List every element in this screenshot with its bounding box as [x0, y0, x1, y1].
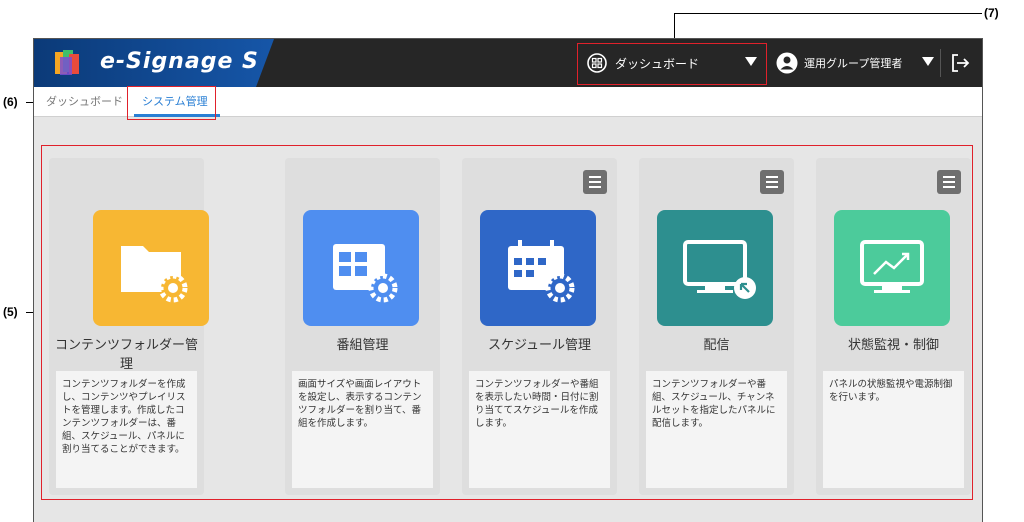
callout-5: (5)	[3, 305, 18, 319]
app-logo-icon	[55, 50, 79, 75]
callout-7: (7)	[984, 6, 999, 20]
app-title: e-Signage S	[100, 49, 259, 74]
highlight-cards-area	[41, 145, 973, 500]
user-menu-label: 運用グループ管理者	[804, 57, 903, 70]
top-bar: e-Signage S ダッシュボード 運用グループ管理者	[34, 39, 982, 87]
chevron-down-icon	[922, 57, 934, 66]
highlight-system-tab	[127, 86, 216, 120]
user-menu[interactable]: 運用グループ管理者	[776, 42, 942, 84]
user-circle-icon	[776, 52, 798, 74]
highlight-dashboard-select	[577, 43, 767, 85]
tab-dashboard[interactable]: ダッシュボード	[46, 87, 123, 117]
callout-7-line-h	[674, 13, 982, 14]
header-divider	[940, 49, 941, 77]
callout-6: (6)	[3, 95, 18, 109]
logout-icon[interactable]	[948, 51, 972, 75]
